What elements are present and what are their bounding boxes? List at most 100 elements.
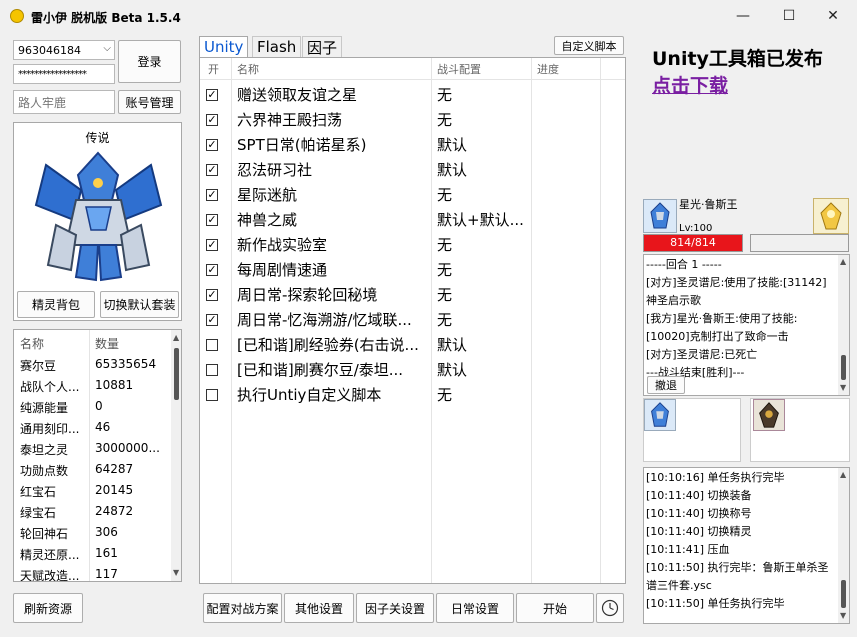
task-row[interactable]: ✓ 神兽之威 默认+默认...: [200, 207, 625, 232]
task-row[interactable]: ✓ 星际迷航 无: [200, 182, 625, 207]
enemy-pet-avatar: [813, 198, 849, 234]
tab-unity[interactable]: Unity: [199, 36, 249, 57]
refresh-resources-button[interactable]: 刷新资源: [13, 593, 83, 623]
task-row[interactable]: 执行Untiy自定义脚本 无: [200, 382, 625, 407]
battle-plan-button[interactable]: 配置对战方案: [203, 593, 282, 623]
task-config: 默认: [437, 161, 468, 179]
task-checkbox[interactable]: ✓: [206, 188, 218, 201]
scrollbar-thumb[interactable]: [841, 355, 846, 380]
task-config: 无: [437, 236, 453, 254]
header-enabled: 开: [208, 62, 219, 76]
task-name: [已和谐]刷赛尔豆/泰坦...: [237, 361, 404, 379]
task-table: 开 名称 战斗配置 进度 ✓ 赠送领取友谊之星无 ✓ 六界神王殿扫荡无 ✓ SPT日常(帕…: [199, 57, 626, 584]
inventory-row[interactable]: 泰坦之灵 3000000...: [14, 438, 181, 459]
task-row[interactable]: ✓ 周日常-忆海溯游/忆域联... 无: [200, 307, 625, 332]
task-name: 每周剧情速通: [237, 261, 328, 279]
pet-card: 传说 精灵背包 切换默认套装: [13, 122, 182, 321]
scroll-down-icon[interactable]: ▼: [173, 568, 179, 577]
daily-settings-button[interactable]: 日常设置: [436, 593, 514, 623]
schedule-button[interactable]: [596, 593, 624, 623]
task-row[interactable]: ✓ 周日常-探索轮回秘境 无: [200, 282, 625, 307]
task-config: 无: [437, 286, 453, 304]
scroll-down-icon[interactable]: ▼: [840, 383, 846, 392]
enemy-hp-bar: [750, 234, 849, 252]
inventory-row[interactable]: 绿宝石 24872: [14, 501, 181, 522]
custom-script-button[interactable]: 自定义脚本: [554, 36, 624, 55]
minimize-button[interactable]: —: [720, 2, 766, 30]
battle-log-scrollbar[interactable]: ▲ ▼: [838, 255, 849, 395]
inventory-row[interactable]: 通用刻印... 46: [14, 417, 181, 438]
factor-settings-button[interactable]: 因子关设置: [356, 593, 434, 623]
account-select[interactable]: 963046184 ⌵: [13, 40, 115, 60]
inventory-row[interactable]: 天赋改造... 117: [14, 564, 181, 581]
task-row[interactable]: [已和谐]刷赛尔豆/泰坦... 默认: [200, 357, 625, 382]
task-checkbox[interactable]: ✓: [206, 88, 218, 101]
inventory-row[interactable]: 战队个人... 10881: [14, 375, 181, 396]
task-row[interactable]: ✓ 每周剧情速通 无: [200, 257, 625, 282]
task-name: 六界神王殿扫荡: [237, 111, 343, 129]
inventory-row[interactable]: 精灵还原... 161: [14, 543, 181, 564]
task-name: 赠送领取友谊之星: [237, 86, 358, 104]
scroll-up-icon[interactable]: ▲: [840, 470, 846, 479]
task-config: 默认: [437, 361, 468, 379]
scroll-up-icon[interactable]: ▲: [840, 257, 846, 266]
account-manage-button[interactable]: 账号管理: [118, 90, 181, 114]
log-line: [10:11:40] 切换称号: [646, 507, 752, 520]
scrollbar-thumb[interactable]: [841, 580, 846, 608]
log-line: [10:11:50] 单任务执行完毕: [646, 597, 785, 610]
inventory-row[interactable]: 功勋点数 64287: [14, 459, 181, 480]
tab-flash[interactable]: Flash: [252, 36, 302, 57]
task-checkbox[interactable]: ✓: [206, 113, 218, 126]
log-line: [对方]圣灵谱尼:使用了技能:[31142]: [646, 276, 827, 289]
task-row[interactable]: [已和谐]刷经验券(右击说... 默认: [200, 332, 625, 357]
task-checkbox[interactable]: [206, 363, 218, 376]
login-button[interactable]: 登录: [118, 40, 181, 83]
my-hp-bar: 814/814: [643, 234, 743, 252]
battle-log: -----回合 1 ----- [对方]圣灵谱尼:使用了技能:[31142] 神圣启…: [643, 254, 850, 396]
inventory-scrollbar[interactable]: ▲ ▼: [171, 330, 181, 581]
tab-factor[interactable]: 因子: [302, 36, 343, 57]
task-checkbox[interactable]: ✓: [206, 213, 218, 226]
task-checkbox[interactable]: ✓: [206, 238, 218, 251]
scrollbar-thumb[interactable]: [174, 348, 179, 400]
scroll-down-icon[interactable]: ▼: [840, 611, 846, 620]
task-row[interactable]: ✓ 六界神王殿扫荡 无: [200, 107, 625, 132]
task-config: 无: [437, 111, 453, 129]
my-team-slot[interactable]: [643, 398, 741, 462]
inventory-row[interactable]: 赛尔豆 65335654: [14, 354, 181, 375]
enemy-team-slot[interactable]: [750, 398, 850, 462]
log-line: [对方]圣灵谱尼:已死亡: [646, 348, 758, 361]
start-button[interactable]: 开始: [516, 593, 594, 623]
task-config: 默认: [437, 336, 468, 354]
activity-log-scrollbar[interactable]: ▲ ▼: [838, 468, 849, 623]
nickname-field[interactable]: 路人牢鹿: [13, 90, 115, 114]
task-row[interactable]: ✓ 新作战实验室 无: [200, 232, 625, 257]
scroll-up-icon[interactable]: ▲: [173, 333, 179, 342]
task-checkbox[interactable]: ✓: [206, 263, 218, 276]
switch-default-suit-button[interactable]: 切换默认套装: [100, 291, 179, 318]
retreat-button[interactable]: 撤退: [647, 376, 685, 394]
task-checkbox[interactable]: [206, 338, 218, 351]
task-checkbox[interactable]: [206, 388, 218, 401]
my-hp-text: 814/814: [670, 236, 716, 249]
pet-rarity-title: 传说: [85, 131, 110, 145]
inventory-row[interactable]: 轮回神石 306: [14, 522, 181, 543]
inventory-row[interactable]: 纯源能量 0: [14, 396, 181, 417]
title-bar: 雷小伊 脱机版 Beta 1.5.4 — ☐ ✕: [0, 0, 857, 34]
password-field[interactable]: *****************: [13, 64, 115, 84]
task-checkbox[interactable]: ✓: [206, 163, 218, 176]
log-line: 谱三件套.ysc: [646, 579, 712, 592]
task-checkbox[interactable]: ✓: [206, 313, 218, 326]
task-row[interactable]: ✓ 忍法研习社 默认: [200, 157, 625, 182]
inventory-row[interactable]: 红宝石 20145: [14, 480, 181, 501]
task-checkbox[interactable]: ✓: [206, 288, 218, 301]
pet-bag-button[interactable]: 精灵背包: [17, 291, 95, 318]
close-button[interactable]: ✕: [810, 2, 856, 30]
task-checkbox[interactable]: ✓: [206, 138, 218, 151]
account-value: 963046184: [18, 43, 81, 57]
promo-download-link[interactable]: 点击下载: [652, 71, 728, 98]
maximize-button[interactable]: ☐: [766, 2, 812, 30]
task-row[interactable]: ✓ 赠送领取友谊之星 无: [200, 82, 625, 107]
task-row[interactable]: ✓ SPT日常(帕诺星系) 默认: [200, 132, 625, 157]
other-settings-button[interactable]: 其他设置: [284, 593, 354, 623]
